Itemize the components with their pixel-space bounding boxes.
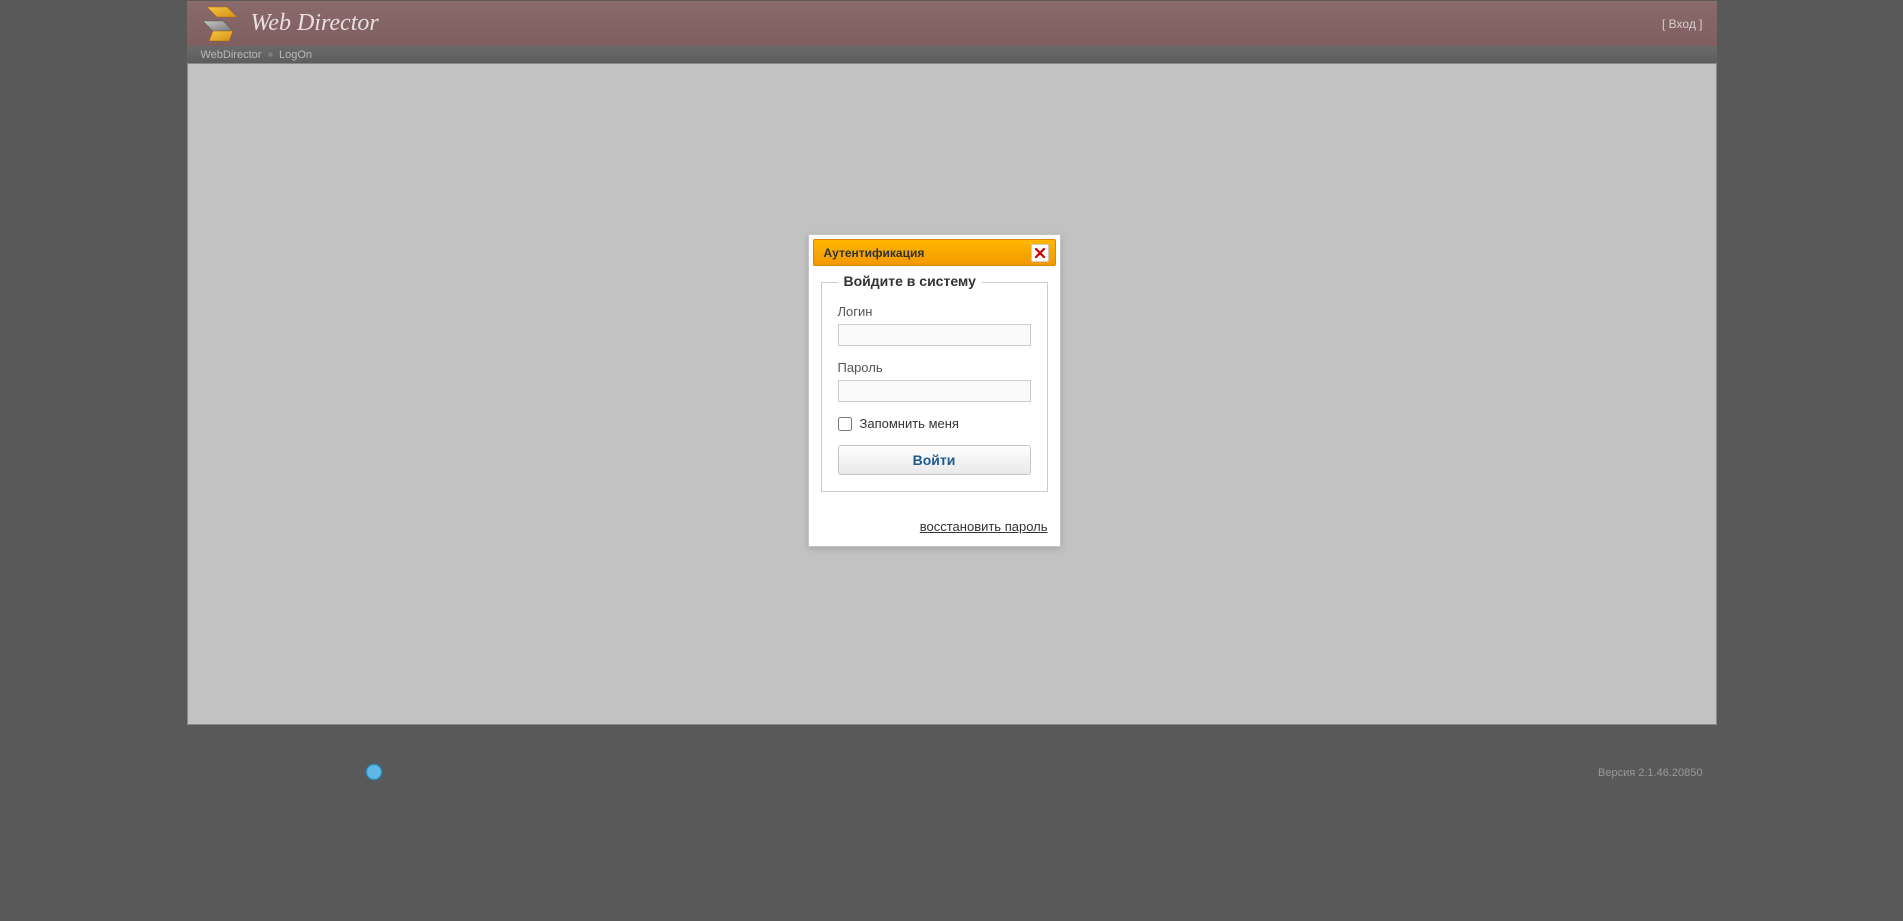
app-header: Web Director [ Вход ] [187,0,1717,46]
breadcrumb-item-root[interactable]: WebDirector [201,49,262,61]
app-logo-icon [199,3,241,45]
fieldset-legend: Войдите в систему [838,273,982,289]
version-text: Версия 2.1.46.20850 [1598,767,1702,779]
password-input[interactable] [838,380,1031,402]
footer: Версия 2.1.46.20850 [187,725,1717,781]
login-dialog: Аутентификация Войдите в систему Логин [808,234,1061,547]
app-title: Web Director [251,10,379,37]
password-label: Пароль [838,360,1031,375]
close-icon [1035,248,1045,258]
header-login-link[interactable]: [ Вход ] [1662,17,1702,31]
dialog-titlebar: Аутентификация [813,239,1056,266]
dialog-title: Аутентификация [824,246,925,260]
remember-row: Запомнить меня [838,416,1031,431]
help-icon[interactable] [365,763,383,781]
recover-password-link[interactable]: восстановить пароль [920,519,1048,534]
password-group: Пароль [838,360,1031,402]
breadcrumb-item-current[interactable]: LogOn [279,49,312,61]
login-label: Логин [838,304,1031,319]
dialog-close-button[interactable] [1031,244,1049,262]
recover-row: восстановить пароль [809,504,1060,546]
remember-label: Запомнить меня [860,416,959,431]
login-input[interactable] [838,324,1031,346]
remember-checkbox[interactable] [838,417,852,431]
breadcrumb: WebDirector » LogOn [187,46,1717,63]
dialog-body: Войдите в систему Логин Пароль Запомн [809,270,1060,504]
login-fieldset: Войдите в систему Логин Пароль Запомн [821,274,1048,492]
content-area: Аутентификация Войдите в систему Логин [187,63,1717,725]
login-group: Логин [838,304,1031,346]
breadcrumb-separator-icon: » [267,49,273,60]
submit-button[interactable]: Войти [838,445,1031,475]
